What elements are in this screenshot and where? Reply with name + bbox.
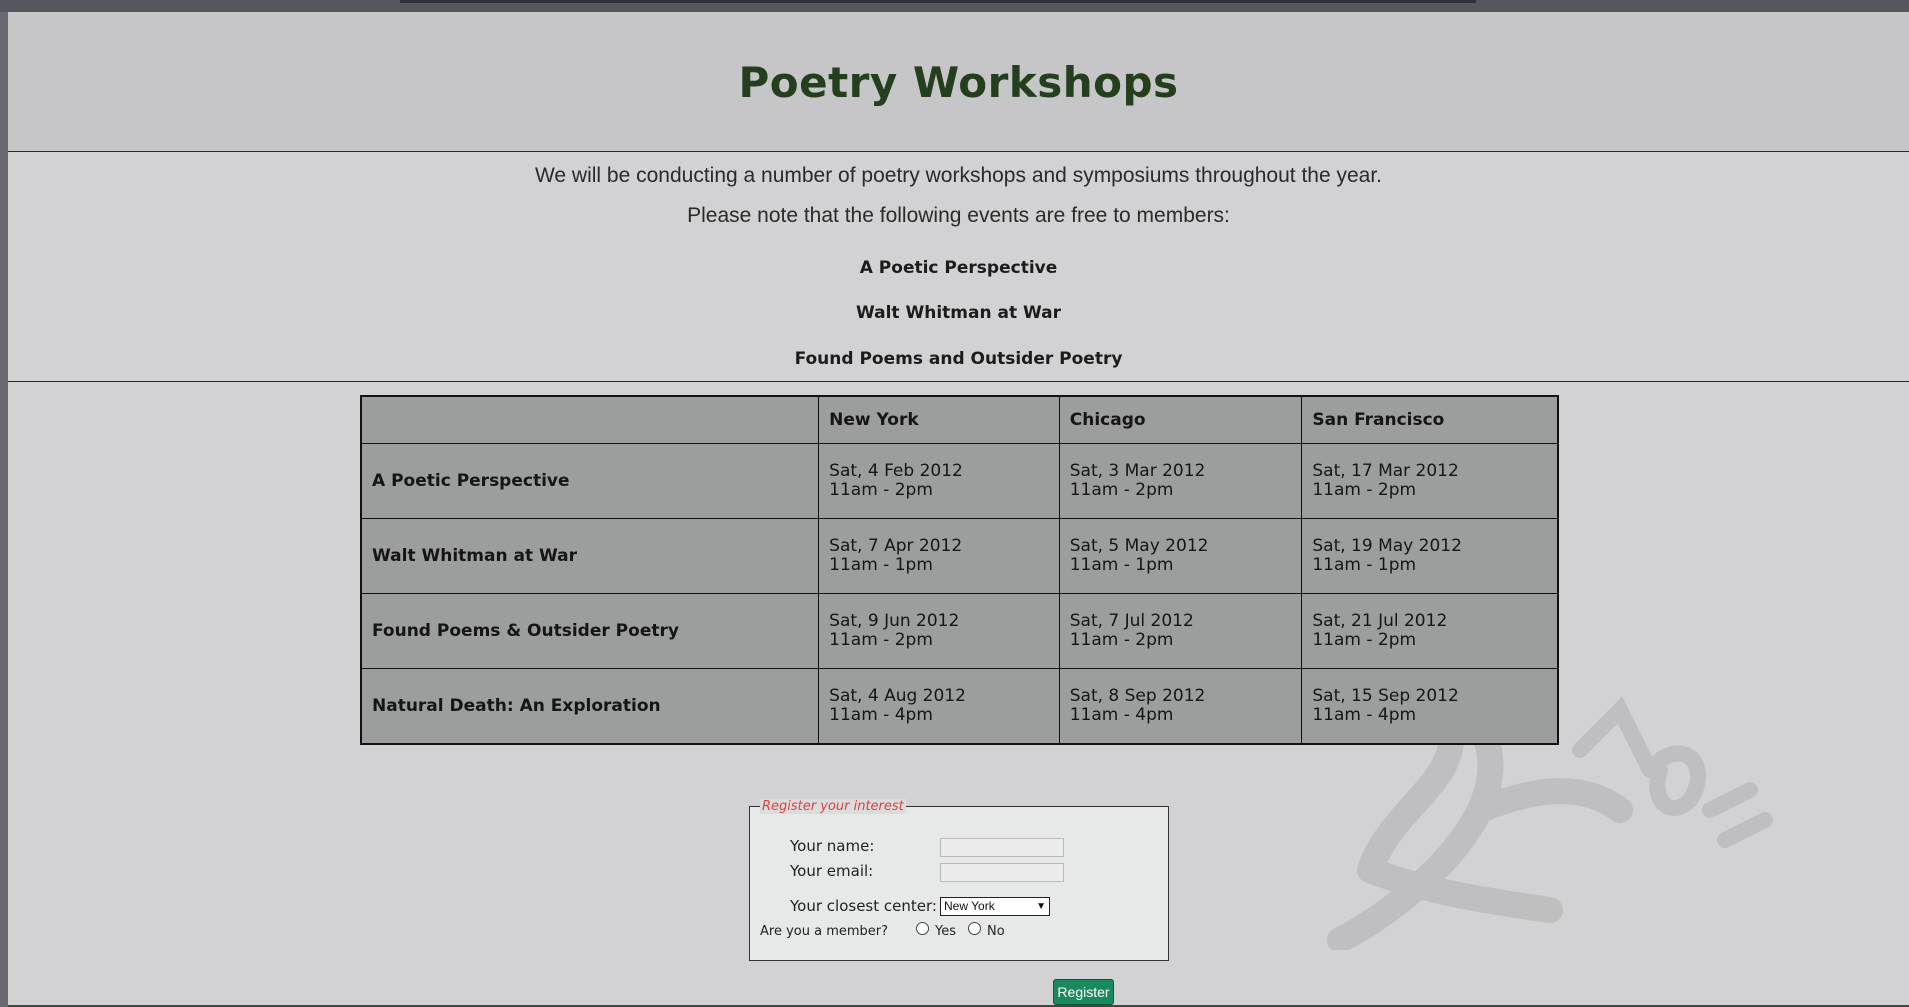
email-input[interactable] [940,863,1064,882]
table-row: Walt Whitman at War Sat, 7 Apr 2012 11am … [360,518,1559,594]
free-event-3: Found Poems and Outsider Poetry [794,349,1123,369]
free-event-2: Walt Whitman at War [855,303,1062,323]
table-row: Found Poems & Outsider Poetry Sat, 9 Jun… [360,593,1559,669]
session-date: Sat, 5 May 2012 [1069,536,1209,556]
event-session: Sat, 19 May 2012 11am - 1pm [1301,518,1559,594]
session-time: 11am - 4pm [1312,705,1417,725]
page-header: Poetry Workshops [8,12,1909,152]
session-time: 11am - 1pm [1312,555,1417,575]
free-event-1: A Poetic Perspective [859,258,1058,278]
member-yes-radio[interactable] [916,922,929,935]
event-session: Sat, 17 Mar 2012 11am - 2pm [1301,443,1559,519]
center-select-value: New York [944,899,995,913]
session-date: Sat, 21 Jul 2012 [1312,611,1448,631]
session-date: Sat, 8 Sep 2012 [1069,686,1206,706]
session-time: 11am - 1pm [829,555,933,575]
intro-line-1: We will be conducting a number of poetry… [534,164,1383,187]
event-session: Sat, 3 Mar 2012 11am - 2pm [1058,443,1303,519]
register-button[interactable]: Register [1053,979,1114,1005]
event-name: Walt Whitman at War [360,518,820,594]
table-header-row: New York Chicago San Francisco [360,395,1559,444]
event-session: Sat, 5 May 2012 11am - 1pm [1058,518,1303,594]
column-header-new-york: New York [818,395,1060,444]
column-header-san-francisco: San Francisco [1301,395,1559,444]
member-no-label: No [987,924,1005,939]
event-session: Sat, 4 Feb 2012 11am - 2pm [818,443,1060,519]
event-name: A Poetic Perspective [360,443,820,519]
browser-top-strip-inner [400,0,1476,3]
session-date: Sat, 9 Jun 2012 [829,611,960,631]
event-session: Sat, 8 Sep 2012 11am - 4pm [1058,668,1303,745]
name-label: Your name: [790,837,875,855]
event-name: Found Poems & Outsider Poetry [360,593,820,669]
email-label: Your email: [790,862,874,880]
form-legend: Register your interest [760,799,906,814]
table-row: Natural Death: An Exploration Sat, 4 Aug… [360,668,1559,745]
chevron-down-icon: ▼ [1036,901,1046,912]
session-date: Sat, 4 Aug 2012 [829,686,966,706]
session-date: Sat, 17 Mar 2012 [1312,461,1459,481]
session-time: 11am - 2pm [829,480,933,500]
session-date: Sat, 4 Feb 2012 [829,461,963,481]
column-header-event [360,395,820,444]
member-no-radio[interactable] [968,922,981,935]
window-left-edge [0,12,8,1007]
event-session: Sat, 15 Sep 2012 11am - 4pm [1301,668,1559,745]
workshop-schedule-table: New York Chicago San Francisco A Poetic … [360,395,1559,745]
member-question: Are you a member? [760,924,889,939]
intro-line-2: Please note that the following events ar… [687,204,1230,227]
browser-top-strip [0,0,1909,12]
session-time: 11am - 2pm [1312,630,1417,650]
event-session: Sat, 9 Jun 2012 11am - 2pm [818,593,1060,669]
session-date: Sat, 15 Sep 2012 [1312,686,1459,706]
member-yes-label: Yes [935,924,956,939]
session-time: 11am - 4pm [1069,705,1174,725]
session-date: Sat, 7 Jul 2012 [1069,611,1194,631]
page-title: Poetry Workshops [738,58,1179,107]
session-date: Sat, 3 Mar 2012 [1069,461,1206,481]
intro-section: We will be conducting a number of poetry… [8,152,1909,382]
event-session: Sat, 21 Jul 2012 11am - 2pm [1301,593,1559,669]
session-time: 11am - 1pm [1069,555,1174,575]
session-date: Sat, 7 Apr 2012 [829,536,963,556]
session-time: 11am - 2pm [1069,630,1174,650]
table-row: A Poetic Perspective Sat, 4 Feb 2012 11am… [360,443,1559,519]
center-select[interactable]: New York ▼ [940,897,1050,916]
column-header-chicago: Chicago [1058,395,1303,444]
session-time: 11am - 2pm [1312,480,1417,500]
session-time: 11am - 2pm [1069,480,1174,500]
event-session: Sat, 7 Jul 2012 11am - 2pm [1058,593,1303,669]
session-date: Sat, 19 May 2012 [1312,536,1462,556]
event-session: Sat, 7 Apr 2012 11am - 1pm [818,518,1060,594]
event-name: Natural Death: An Exploration [360,668,820,745]
register-interest-form: Register your interest Your name: Your e… [749,799,1169,961]
event-session: Sat, 4 Aug 2012 11am - 4pm [818,668,1060,745]
session-time: 11am - 2pm [829,630,933,650]
session-time: 11am - 4pm [829,705,933,725]
center-label: Your closest center: [790,897,937,915]
name-input[interactable] [940,838,1064,857]
